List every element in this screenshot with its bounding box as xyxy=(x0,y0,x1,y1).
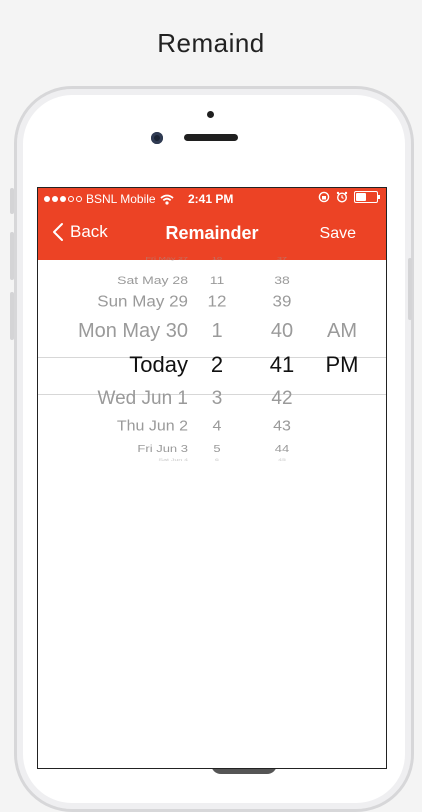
hour-option[interactable]: 11 xyxy=(210,274,225,285)
ampm-wheel[interactable]: AM PM xyxy=(320,260,364,480)
minute-option[interactable]: 42 xyxy=(271,389,292,408)
hour-option[interactable]: 2 xyxy=(211,354,223,376)
date-wheel[interactable]: Fri May 27 Sat May 28 Sun May 29 Mon May 30… xyxy=(38,255,188,480)
navigation-bar: Back Remainder Save xyxy=(38,210,386,260)
wifi-icon xyxy=(160,194,174,205)
hour-option[interactable]: 6 xyxy=(215,458,219,461)
signal-strength-icon xyxy=(44,196,82,202)
date-option[interactable]: Sat Jun 4 xyxy=(158,458,188,461)
hour-option[interactable]: 3 xyxy=(212,389,223,408)
date-option[interactable]: Fri Jun 3 xyxy=(137,443,188,453)
minute-option[interactable]: 37 xyxy=(277,255,287,261)
hour-option[interactable]: 1 xyxy=(211,321,222,341)
status-time: 2:41 PM xyxy=(188,192,234,206)
minute-option[interactable]: 41 xyxy=(270,354,294,376)
date-option[interactable]: Sat May 28 xyxy=(117,274,188,285)
status-bar: BSNL Mobile 2:41 PM xyxy=(38,188,386,210)
date-option[interactable]: Today xyxy=(129,354,188,376)
volume-down-button xyxy=(10,292,14,340)
date-option[interactable]: Sun May 29 xyxy=(97,293,188,309)
ampm-option[interactable]: AM xyxy=(327,321,357,341)
hour-option[interactable]: 10 xyxy=(212,255,222,261)
app-caption: Remaind xyxy=(157,28,265,58)
battery-icon xyxy=(354,191,380,203)
minute-option[interactable]: 43 xyxy=(273,419,291,435)
minute-option[interactable]: 40 xyxy=(271,321,293,341)
minute-option[interactable]: 39 xyxy=(273,293,292,309)
alarm-icon xyxy=(336,191,348,203)
minute-option[interactable]: 45 xyxy=(278,458,286,461)
hour-option[interactable]: 5 xyxy=(213,443,220,453)
rotation-lock-icon xyxy=(318,191,330,203)
date-time-picker[interactable]: Fri May 27 Sat May 28 Sun May 29 Mon May 30… xyxy=(38,255,386,480)
hour-wheel[interactable]: 10 11 12 1 2 3 4 5 6 xyxy=(200,255,234,480)
date-option[interactable]: Wed Jun 1 xyxy=(98,389,188,408)
carrier-name: BSNL Mobile xyxy=(86,192,156,206)
volume-up-button xyxy=(10,232,14,280)
minute-wheel[interactable]: 37 38 39 40 41 42 43 44 45 xyxy=(264,255,300,480)
save-button[interactable]: Save xyxy=(320,225,356,243)
hour-option[interactable]: 12 xyxy=(208,293,227,309)
date-option[interactable]: Thu Jun 2 xyxy=(117,419,188,435)
phone-screen: BSNL Mobile 2:41 PM Back Remainder Save … xyxy=(37,187,387,769)
ampm-option[interactable]: PM xyxy=(326,354,359,376)
mute-switch xyxy=(10,188,14,214)
date-option[interactable]: Mon May 30 xyxy=(78,321,188,341)
minute-option[interactable]: 38 xyxy=(274,274,290,285)
earpiece-speaker xyxy=(184,134,238,141)
proximity-sensor xyxy=(207,111,214,118)
power-button xyxy=(408,258,412,320)
minute-option[interactable]: 44 xyxy=(275,443,289,453)
front-camera xyxy=(151,132,163,144)
date-option[interactable]: Fri May 27 xyxy=(145,255,188,261)
hour-option[interactable]: 4 xyxy=(213,419,222,435)
